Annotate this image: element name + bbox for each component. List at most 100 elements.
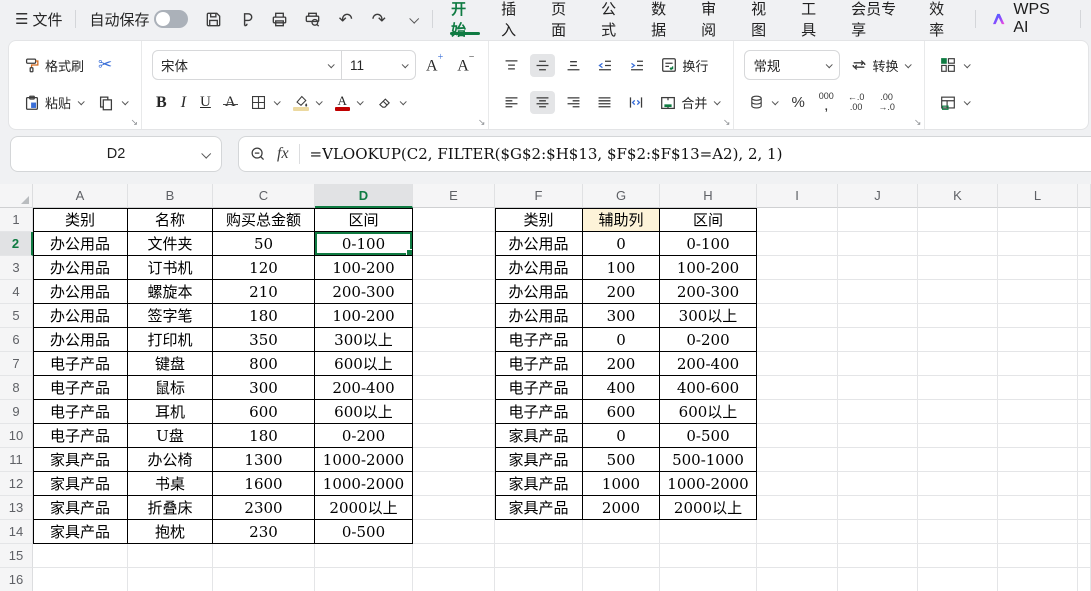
cell-I2[interactable] [757, 232, 838, 256]
cell-E3[interactable] [413, 256, 495, 280]
cell-G16[interactable] [583, 568, 660, 591]
cell-F1[interactable]: 类别 [495, 208, 583, 232]
cell-B9[interactable]: 耳机 [128, 400, 213, 424]
cell-B3[interactable]: 订书机 [128, 256, 213, 280]
cell-D3[interactable]: 100-200 [315, 256, 413, 280]
font-dialog-launcher[interactable]: ↘ [478, 117, 486, 128]
cell-I6[interactable] [757, 328, 838, 352]
cell-L3[interactable] [998, 256, 1078, 280]
wps-ai-button[interactable]: WPS AI [984, 1, 1072, 37]
cell-A14[interactable]: 家具产品 [33, 520, 128, 544]
bold-button[interactable]: B [152, 91, 171, 115]
cell-J4[interactable] [838, 280, 918, 304]
align-top-button[interactable] [499, 54, 524, 77]
cell-H2[interactable]: 0-100 [660, 232, 757, 256]
row-header-15[interactable]: 15 [0, 544, 33, 568]
alignment-dialog-launcher[interactable]: ↘ [723, 117, 731, 128]
cell-A7[interactable]: 电子产品 [33, 352, 128, 376]
cell-L12[interactable] [998, 472, 1078, 496]
align-right-button[interactable] [561, 91, 586, 114]
cell-C15[interactable] [213, 544, 315, 568]
cell-C13[interactable]: 2300 [213, 496, 315, 520]
row-header-9[interactable]: 9 [0, 400, 33, 424]
cell-B12[interactable]: 书桌 [128, 472, 213, 496]
number-dialog-launcher[interactable]: ↘ [914, 117, 922, 128]
cell-I4[interactable] [757, 280, 838, 304]
cell-J10[interactable] [838, 424, 918, 448]
cell-E4[interactable] [413, 280, 495, 304]
tab-0[interactable]: 开始 [441, 0, 489, 38]
cell-G1[interactable]: 辅助列 [583, 208, 660, 232]
zoom-out-icon[interactable] [249, 145, 267, 163]
cell-F14[interactable] [495, 520, 583, 544]
cell-D8[interactable]: 200-400 [315, 376, 413, 400]
increase-decimal-button[interactable]: .00 →.0 [874, 90, 899, 115]
tab-5[interactable]: 审阅 [691, 0, 739, 38]
decrease-indent-button[interactable] [592, 54, 618, 77]
cell-J7[interactable] [838, 352, 918, 376]
undo-button[interactable]: ↶ [333, 6, 358, 32]
cell-B5[interactable]: 签字笔 [128, 304, 213, 328]
cell-C6[interactable]: 350 [213, 328, 315, 352]
cell-A5[interactable]: 办公用品 [33, 304, 128, 328]
cell-K15[interactable] [918, 544, 998, 568]
cell-J12[interactable] [838, 472, 918, 496]
number-format-select[interactable]: 常规 [744, 50, 840, 80]
fill-handle[interactable] [406, 249, 413, 256]
cell-B1[interactable]: 名称 [128, 208, 213, 232]
column-header-F[interactable]: F [495, 184, 583, 208]
column-header-L[interactable]: L [998, 184, 1078, 208]
cell-I5[interactable] [757, 304, 838, 328]
cell-I12[interactable] [757, 472, 838, 496]
cell-G12[interactable]: 1000 [583, 472, 660, 496]
formula-input[interactable]: =VLOOKUP(C2, FILTER($G$2:$H$13, $F$2:$F$… [310, 145, 783, 163]
cell-E8[interactable] [413, 376, 495, 400]
cell-G2[interactable]: 0 [583, 232, 660, 256]
cell-C12[interactable]: 1600 [213, 472, 315, 496]
cell-D15[interactable] [315, 544, 413, 568]
cell-F11[interactable]: 家具产品 [495, 448, 583, 472]
cell-C14[interactable]: 230 [213, 520, 315, 544]
cell-K11[interactable] [918, 448, 998, 472]
row-header-4[interactable]: 4 [0, 280, 33, 304]
cell-F7[interactable]: 电子产品 [495, 352, 583, 376]
cell-E11[interactable] [413, 448, 495, 472]
cell-K13[interactable] [918, 496, 998, 520]
increase-indent-button[interactable] [624, 54, 650, 77]
justify-button[interactable] [592, 91, 617, 114]
cell-A9[interactable]: 电子产品 [33, 400, 128, 424]
thousands-separator-button[interactable]: 000 , [815, 89, 838, 116]
cell-G5[interactable]: 300 [583, 304, 660, 328]
cell-L8[interactable] [998, 376, 1078, 400]
font-color-button[interactable]: A [331, 91, 366, 114]
cell-E7[interactable] [413, 352, 495, 376]
cell-H6[interactable]: 0-200 [660, 328, 757, 352]
row-header-14[interactable]: 14 [0, 520, 33, 544]
cell-A6[interactable]: 办公用品 [33, 328, 128, 352]
font-name-select[interactable]: 宋体 [153, 51, 341, 79]
cell-L6[interactable] [998, 328, 1078, 352]
cell-A11[interactable]: 家具产品 [33, 448, 128, 472]
cell-D6[interactable]: 300以上 [315, 328, 413, 352]
cell-E2[interactable] [413, 232, 495, 256]
cell-L9[interactable] [998, 400, 1078, 424]
cell-G6[interactable]: 0 [583, 328, 660, 352]
decrease-decimal-button[interactable]: ←.0 .00 [844, 90, 869, 115]
cell-J14[interactable] [838, 520, 918, 544]
font-size-select[interactable]: 11 [341, 51, 415, 79]
cell-A15[interactable] [33, 544, 128, 568]
cell-L11[interactable] [998, 448, 1078, 472]
percent-button[interactable]: % [787, 91, 808, 114]
cell-E6[interactable] [413, 328, 495, 352]
cell-G15[interactable] [583, 544, 660, 568]
cell-H11[interactable]: 500-1000 [660, 448, 757, 472]
tab-7[interactable]: 工具 [791, 0, 839, 38]
cell-D12[interactable]: 1000-2000 [315, 472, 413, 496]
shrink-to-fit-button[interactable] [623, 91, 649, 114]
cell-J8[interactable] [838, 376, 918, 400]
cell-J1[interactable] [838, 208, 918, 232]
cell-I8[interactable] [757, 376, 838, 400]
align-middle-button[interactable] [530, 54, 555, 77]
column-header-K[interactable]: K [918, 184, 998, 208]
cell-G9[interactable]: 600 [583, 400, 660, 424]
